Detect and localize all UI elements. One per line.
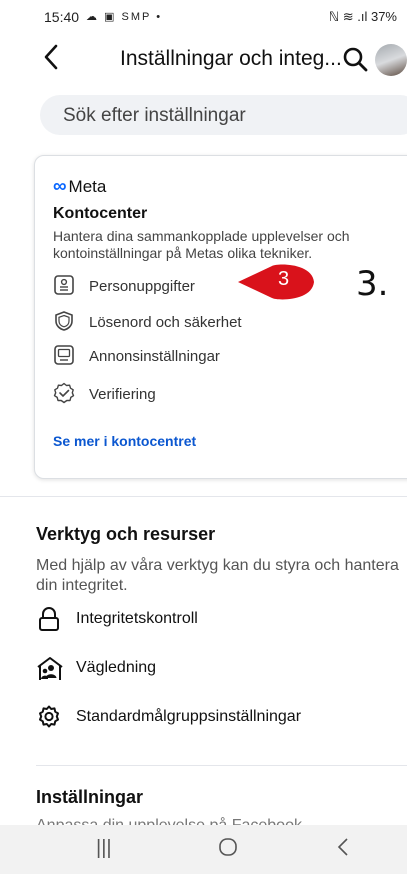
nav-back-button[interactable] [336,837,350,863]
gear-icon [39,705,59,728]
meta-brand-text: Meta [68,177,107,196]
accounts-center-title: Kontocenter [53,205,148,222]
notification-icons: ☁ ▣ SMP • [86,11,163,23]
tools-section-title: Verktyg och resurser [36,524,216,544]
tool-label: Vägledning [76,659,157,676]
home-button[interactable] [218,837,238,863]
recent-apps-button[interactable]: ||| [96,837,112,860]
meta-infinity-icon: ∞ [53,176,67,197]
tools-section-description: Med hjälp av våra verktyg kan du styra o… [36,557,399,594]
search-icon[interactable] [342,46,368,77]
lock-icon [39,607,59,631]
monitor-icon [54,345,74,365]
system-indicators: ℕ ≋ .ıl 37% [328,9,397,24]
accounts-center-description: Hantera dina sammankopplade upplevelser … [53,228,350,261]
search-placeholder: Sök efter inställningar [63,105,246,126]
accounts-center-card: ∞ Meta Kontocenter Hantera dina sammankop… [34,155,407,479]
settings-search-input[interactable]: Sök efter inställningar [40,95,407,135]
id-card-icon [54,275,74,295]
shield-icon [55,311,73,331]
menu-item-label: Annonsinställningar [89,348,220,365]
back-arrow-icon[interactable] [42,42,60,78]
menu-item-label: Personuppgifter [89,278,195,295]
see-more-accounts-center-link[interactable]: Se mer i kontocentret [53,433,196,449]
meta-logo: ∞ Meta [53,176,106,198]
tool-label: Standardmålgruppsinställningar [76,708,302,725]
android-navigation-bar: ||| [0,825,407,874]
page-title: Inställningar och integ... [120,47,342,70]
top-bar: Inställningar och integ... [0,34,407,84]
annotation-pointer-badge [238,264,314,300]
status-time: 15:40 [44,9,80,25]
people-house-icon [37,657,63,680]
annotation-step-label: 3. [356,264,389,304]
tool-label: Integritetskontroll [76,610,198,627]
verified-badge-icon [53,382,75,404]
menu-item-label: Lösenord och säkerhet [89,314,242,331]
avatar[interactable] [375,44,407,76]
settings-section-title: Inställningar [36,787,144,807]
settings-section-description: Anpassa din upplevelse på Facebook [36,816,406,825]
section-divider [0,496,407,497]
status-bar: 15:40 ☁ ▣ SMP • ℕ ≋ .ıl 37% [0,0,407,34]
menu-item-label: Verifiering [89,386,156,403]
section-divider [36,765,407,766]
annotation-badge-number: 3 [278,268,290,290]
